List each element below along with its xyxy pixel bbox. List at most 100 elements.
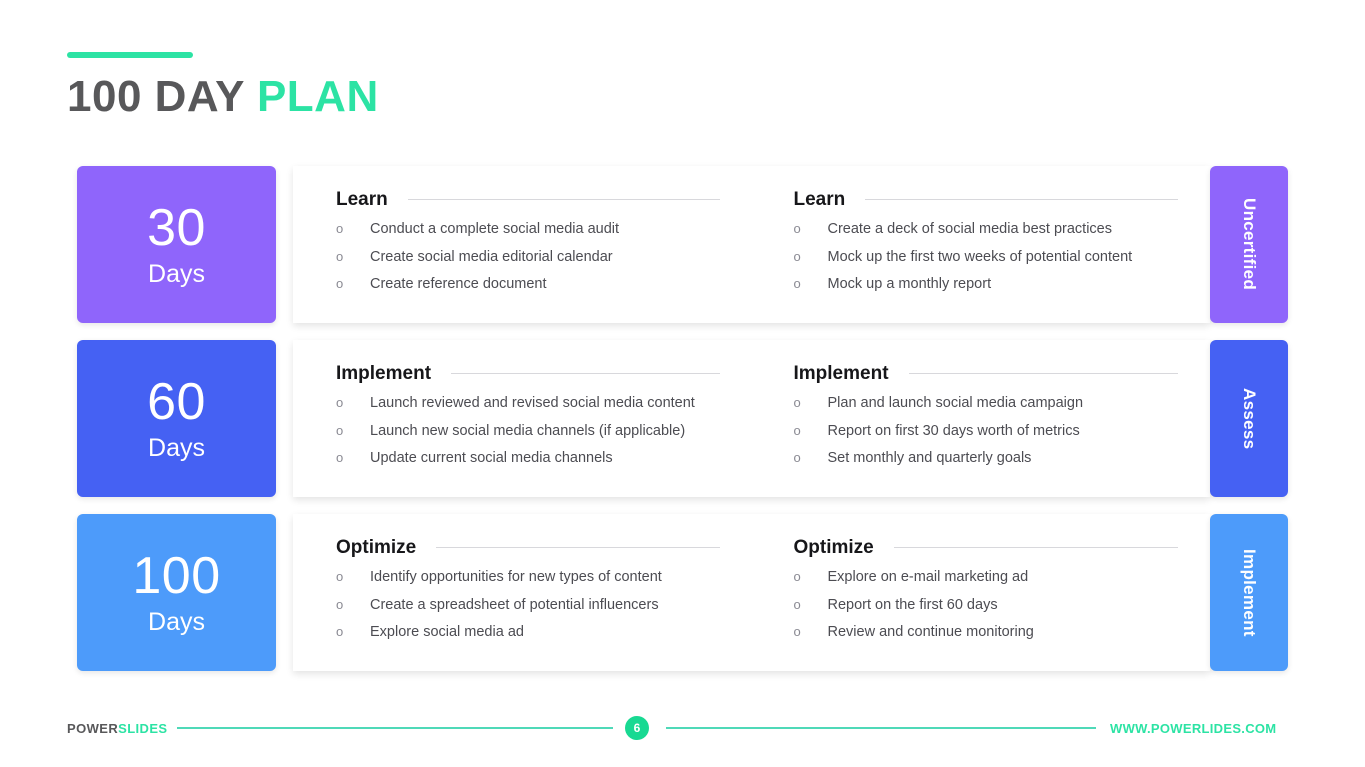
day-unit-label: Days: [148, 434, 205, 462]
day-unit-label: Days: [148, 608, 205, 636]
page-number-badge: 6: [625, 716, 649, 740]
phase-content-card: Learn o Conduct a complete social media au…: [293, 166, 1210, 323]
phase-title: Learn: [793, 189, 846, 210]
task-text: Conduct a complete social media audit: [370, 221, 620, 237]
day-milestone-block[interactable]: 100 Days: [77, 514, 276, 671]
circle-bullet-icon: o: [793, 395, 801, 410]
phase-title-rule: [407, 199, 720, 200]
list-item: o Create a spreadsheet of potential influ…: [336, 596, 752, 616]
task-text: Mock up a monthly report: [827, 276, 992, 293]
circle-bullet-icon: o: [793, 422, 801, 438]
task-list: o Plan and launch social media campaign o R…: [794, 394, 1211, 469]
phase-side-tab[interactable]: Implement: [1210, 514, 1288, 671]
day-milestone-block[interactable]: 30 Days: [77, 166, 276, 323]
task-text: Create a deck of social media best pract…: [827, 221, 1113, 237]
circle-bullet-icon: o: [336, 248, 344, 264]
circle-bullet-icon: o: [793, 248, 801, 264]
circle-bullet-icon: o: [336, 569, 344, 584]
phase-title-rule: [451, 373, 720, 374]
phase-title-rule: [908, 373, 1178, 374]
footer-brand-dark: POWER: [67, 720, 119, 736]
circle-bullet-icon: o: [336, 624, 344, 640]
circle-bullet-icon: o: [793, 276, 801, 292]
circle-bullet-icon: o: [336, 596, 344, 612]
task-text: Mock up the first two weeks of potential…: [827, 248, 1133, 265]
circle-bullet-icon: o: [336, 276, 344, 292]
task-list: o Launch reviewed and revised social medi…: [336, 394, 752, 469]
task-text: Report on the first 60 days: [827, 596, 998, 613]
phase-side-tab[interactable]: Uncertified: [1210, 166, 1288, 323]
list-item: o Create social media editorial calendar: [336, 248, 752, 268]
list-item: o Conduct a complete social media audit: [336, 220, 752, 240]
phase-column-header: Optimize: [336, 538, 752, 557]
list-item: o Set monthly and quarterly goals: [794, 449, 1211, 469]
day-number: 100: [132, 547, 221, 605]
phase-side-tab-label: Uncertified: [1240, 198, 1259, 291]
plan-row: 100 Days Optimize o Identify opportunities f…: [0, 514, 1365, 671]
task-list: o Conduct a complete social media audit o C…: [336, 220, 752, 295]
phase-side-tab-label: Implement: [1240, 548, 1259, 637]
phase-title-rule: [865, 199, 1178, 200]
phase-column: Optimize o Identify opportunities for new …: [293, 514, 752, 671]
title-accent-bar: [67, 52, 193, 58]
phase-column-header: Learn: [794, 190, 1211, 209]
circle-bullet-icon: o: [793, 624, 801, 640]
task-text: Identify opportunities for new types of …: [370, 569, 662, 585]
phase-column-header: Optimize: [794, 538, 1211, 557]
list-item: o Launch new social media channels (if ap…: [336, 422, 752, 442]
list-item: o Identify opportunities for new types of…: [336, 568, 752, 588]
phase-title: Optimize: [793, 537, 874, 558]
page-title-accent: PLAN: [256, 72, 379, 121]
slide-footer: POWERSLIDES 6 WWW.POWERLIDES.COM: [0, 708, 1365, 748]
list-item: o Plan and launch social media campaign: [794, 394, 1211, 414]
footer-website-url[interactable]: WWW.POWERLIDES.COM: [1110, 721, 1276, 736]
task-text: Create social media editorial calendar: [370, 248, 613, 265]
phase-title-rule: [436, 547, 720, 548]
task-text: Create a spreadsheet of potential influe…: [370, 596, 659, 613]
phase-column: Learn o Create a deck of social media best…: [752, 166, 1211, 323]
phase-column-header: Learn: [336, 190, 752, 209]
task-list: o Identify opportunities for new types of…: [336, 568, 752, 643]
plan-row: 60 Days Implement o Launch reviewed and revi…: [0, 340, 1365, 497]
task-text: Set monthly and quarterly goals: [827, 450, 1032, 467]
phase-title-rule: [893, 547, 1178, 548]
day-unit-label: Days: [148, 260, 205, 288]
phase-side-tab-label: Assess: [1240, 387, 1259, 450]
list-item: o Mock up a monthly report: [794, 275, 1211, 295]
circle-bullet-icon: o: [336, 395, 344, 410]
phase-content-card: Optimize o Identify opportunities for new …: [293, 514, 1210, 671]
footer-divider-left: [177, 727, 613, 729]
phase-column-header: Implement: [336, 364, 752, 383]
list-item: o Launch reviewed and revised social medi…: [336, 394, 752, 414]
task-text: Plan and launch social media campaign: [827, 395, 1084, 411]
circle-bullet-icon: o: [336, 422, 344, 438]
circle-bullet-icon: o: [793, 596, 801, 612]
task-text: Create reference document: [370, 276, 547, 293]
list-item: o Review and continue monitoring: [794, 623, 1211, 643]
phase-title: Learn: [336, 189, 388, 210]
task-text: Review and continue monitoring: [827, 624, 1034, 641]
list-item: o Explore social media ad: [336, 623, 752, 643]
task-text: Explore on e-mail marketing ad: [827, 569, 1029, 585]
footer-brand-logo: POWERSLIDES: [67, 721, 167, 736]
task-text: Launch new social media channels (if app…: [370, 422, 686, 439]
page-title: 100 DAY PLAN: [67, 75, 767, 119]
phase-title: Implement: [793, 363, 889, 384]
day-number: 60: [147, 373, 206, 431]
list-item: o Report on first 30 days worth of metric…: [794, 422, 1211, 442]
list-item: o Report on the first 60 days: [794, 596, 1211, 616]
phase-column: Optimize o Explore on e-mail marketing ad o…: [752, 514, 1211, 671]
task-text: Update current social media channels: [370, 450, 613, 467]
circle-bullet-icon: o: [793, 450, 801, 466]
task-text: Explore social media ad: [370, 624, 524, 641]
phase-side-tab[interactable]: Assess: [1210, 340, 1288, 497]
footer-brand-accent: SLIDES: [118, 720, 168, 736]
list-item: o Explore on e-mail marketing ad: [794, 568, 1211, 588]
phase-content-card: Implement o Launch reviewed and revised so…: [293, 340, 1210, 497]
day-milestone-block[interactable]: 60 Days: [77, 340, 276, 497]
phase-title: Optimize: [336, 537, 417, 558]
phase-column-header: Implement: [794, 364, 1211, 383]
page-title-dark: 100 DAY: [67, 72, 245, 121]
circle-bullet-icon: o: [336, 221, 344, 236]
circle-bullet-icon: o: [793, 221, 801, 236]
